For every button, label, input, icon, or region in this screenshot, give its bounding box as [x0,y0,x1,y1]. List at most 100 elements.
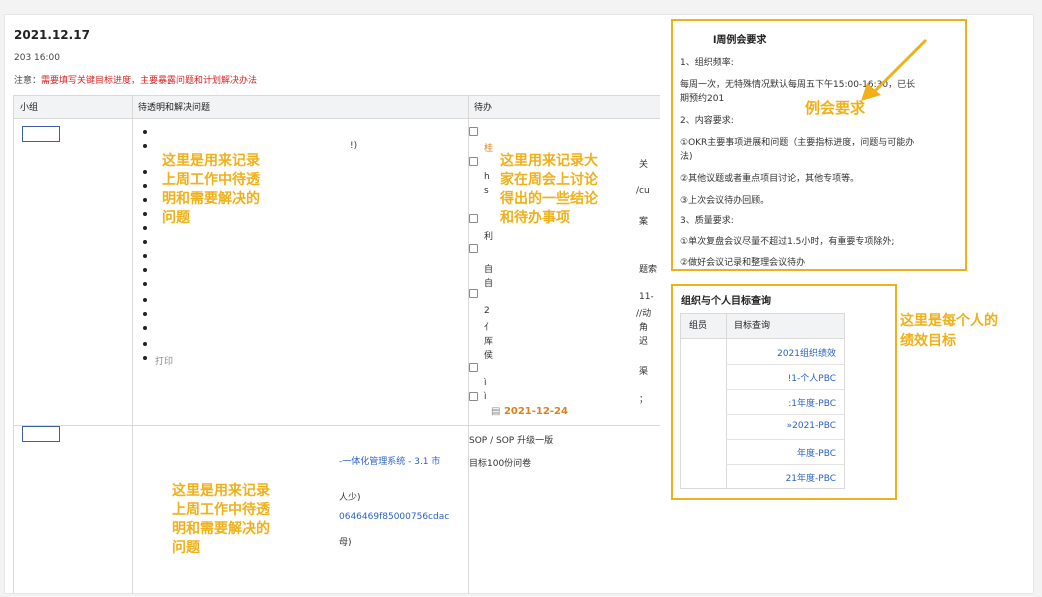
meeting-time: 203 16:00 [14,53,60,63]
goals-panel: 组织与个人目标查询 组员 目标查询 2021组织绩效 !1-个人PBC :1年度… [671,284,897,500]
annotation-arrow-icon [861,38,928,101]
list-bullet [143,198,147,202]
annotation-line: 问题 [162,210,190,226]
requirement-line: ③上次会议待办回顾。 [680,196,770,206]
issues-annotation: 这里是用来记录 上周工作中待透 明和需要解决的 问题 [172,482,322,558]
todo-fragment: 渠 [639,367,649,377]
todo-fragment: 题索 [639,265,658,275]
todo-fragment: 案 [639,217,649,227]
goals-annotation: 这里是每个人的 绩效目标 [900,311,998,351]
todo-fragment: 角 [639,323,649,333]
todo-checkbox[interactable] [469,214,478,223]
todo-checkbox[interactable] [469,127,478,136]
list-bullet [143,240,147,244]
row-divider [726,439,844,440]
annotation-line: 这里是每个人的 [900,313,998,329]
todo-fragment: //动 [636,309,652,319]
annotation-line: 这里是用来记录 [172,483,270,499]
list-bullet [143,356,147,360]
list-bullet [143,184,147,188]
column-header-member: 组员 [681,314,726,339]
todo-fragment: 自 [484,265,494,275]
panel-title: 组织与个人目标查询 [681,296,771,307]
todo-checkbox[interactable] [469,392,478,401]
row-divider [726,464,844,465]
todo-item: SOP / SOP 升级一版 [469,436,554,446]
todo-fragment: ì [484,378,487,388]
annotation-line: 这里是用来记录 [162,153,260,169]
todo-item: 目标100份问卷 [469,459,532,469]
list-bullet [143,254,147,258]
row-divider [726,364,844,365]
meeting-note: 注意：需要填写关键目标进度，主要暴露问题和计划解决办法 [14,73,257,86]
annotation-line: 明和需要解决的 [162,191,260,207]
meeting-requirements-panel: l周例会要求 1、组织频率: 每周一次，无特殊情况默认每周五下午15:00-16… [671,19,967,271]
annotation-line: 问题 [172,540,200,556]
note-prefix: 注意： [14,76,42,86]
list-bullet [143,268,147,272]
meeting-date: 2021.12.17 [14,28,90,42]
issue-fragment: 人少) [339,493,361,503]
panel-title: l周例会要求 [713,35,767,46]
todo-fragment: h [484,172,490,182]
issue-fragment: !) [350,141,358,151]
requirement-line: ②做好会议记录和整理会议待办 [680,258,806,268]
redacted-group-name [22,426,60,442]
goal-link[interactable]: :1年度-PBC [788,396,836,409]
meeting-annotation: 例会要求 [805,99,866,117]
list-bullet [143,298,147,302]
list-bullet [143,212,147,216]
todo-checkbox[interactable] [469,289,478,298]
issue-link[interactable]: -一体化管理系统 - 3.1 市 [339,454,440,467]
todo-fragment: 自 [484,279,494,289]
list-bullet [143,144,147,148]
todo-fragment: 桂 [484,144,494,154]
list-bullet [143,312,147,316]
todo-fragment: ì [484,392,487,402]
list-bullet [143,282,147,286]
requirement-line: 1、组织频率: [680,58,734,68]
todo-checkbox[interactable] [469,244,478,253]
issue-fragment: 母) [339,538,352,548]
annotation-line: 明和需要解决的 [172,521,270,537]
todo-fragment: /cu [636,186,650,196]
note-requirement: 需要填写关键目标进度，主要暴露问题和计划解决办法 [41,76,258,86]
todo-fragment: 11- [639,292,654,302]
requirement-line: 期预约201 [680,94,725,104]
goal-link[interactable]: »2021-PBC [787,421,836,431]
annotation-line: 绩效目标 [900,333,956,349]
annotation-line: 上周工作中待透 [172,502,270,518]
issues-annotation: 这里是用来记录 上周工作中待透 明和需要解决的 问题 [162,152,330,228]
annotation-line: 和待办事项 [500,210,570,226]
requirement-line: ①单次复盘会议尽量不超过1.5小时，有重要专项除外; [680,237,895,247]
issue-link[interactable]: 0646469f85000756cdac [339,512,449,522]
todo-fragment: 利 [484,232,494,242]
todo-fragment: 亻 [484,323,494,333]
todo-fragment: s [484,186,489,196]
annotation-line: 得出的一些结论 [500,191,598,207]
todo-checkbox[interactable] [469,157,478,166]
annotation-line: 这里用来记录大 [500,153,598,169]
goal-link[interactable]: 2021组织绩效 [777,346,836,359]
due-date-chip[interactable]: ▤ 2021-12-24 [487,404,572,420]
requirement-line: ①OKR主要事项进展和问题（主要指标进度，问题与可能办 [680,138,915,148]
row-divider [726,414,844,415]
due-date: 2021-12-24 [503,406,568,417]
goal-link[interactable]: 21年度-PBC [786,471,836,484]
todo-annotation: 这里用来记录大 家在周会上讨论 得出的一些结论 和待办事项 [500,152,632,228]
redacted-group-name [22,126,60,142]
goal-link[interactable]: !1-个人PBC [788,371,836,384]
list-bullet [143,326,147,330]
column-divider [726,314,727,488]
todo-fragment: 关 [639,160,649,170]
requirement-line: 3、质量要求: [680,216,734,226]
todo-checkbox[interactable] [469,363,478,372]
annotation-line: 家在周会上讨论 [500,172,598,188]
list-bullet [143,130,147,134]
goal-link[interactable]: 年度-PBC [797,446,836,459]
list-bullet [143,226,147,230]
list-bullet [143,170,147,174]
column-header-group: 小组 [14,95,132,119]
list-bullet [143,342,147,346]
row-divider [726,389,844,390]
